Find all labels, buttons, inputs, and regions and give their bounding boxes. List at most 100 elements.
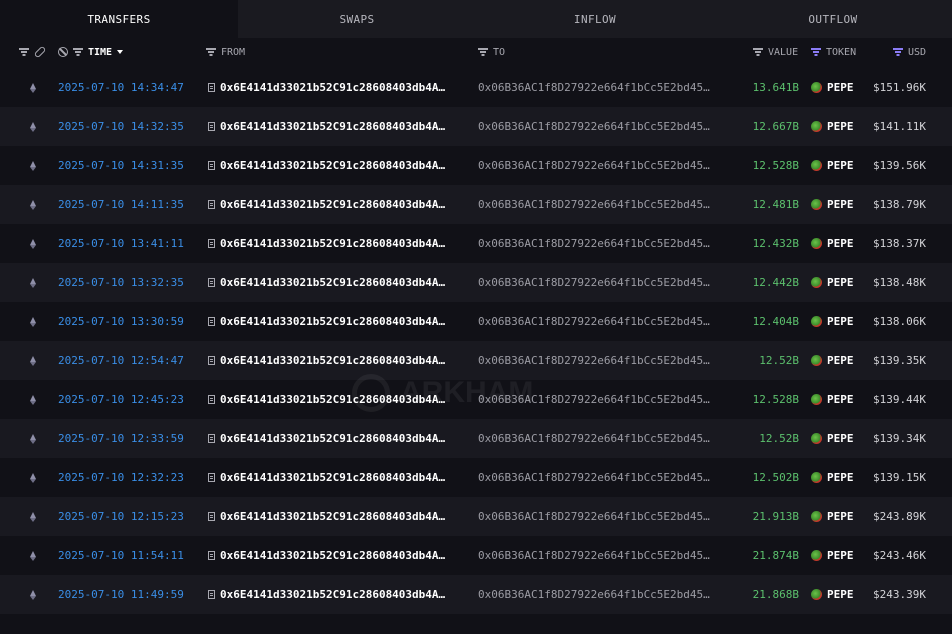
from-address[interactable]: 0x6E4141d33021b52C91c28608403db4A… — [220, 510, 445, 523]
to-column-header[interactable]: TO — [478, 38, 505, 66]
from-address[interactable]: 0x6E4141d33021b52C91c28608403db4A… — [220, 549, 445, 562]
time-link[interactable]: 2025-07-10 12:32:23 — [58, 458, 184, 497]
token-cell[interactable]: PEPE — [811, 224, 854, 263]
from-address[interactable]: 0x6E4141d33021b52C91c28608403db4A… — [220, 276, 445, 289]
tab-transfers[interactable]: TRANSFERS — [0, 0, 238, 38]
time-link[interactable]: 2025-07-10 13:32:35 — [58, 263, 184, 302]
token-cell[interactable]: PEPE — [811, 458, 854, 497]
token-cell[interactable]: PEPE — [811, 68, 854, 107]
from-cell[interactable]: 0x6E4141d33021b52C91c28608403db4A… — [208, 341, 445, 380]
time-link[interactable]: 2025-07-10 12:45:23 — [58, 380, 184, 419]
table-row[interactable]: 2025-07-10 11:49:59 0x6E4141d33021b52C91c… — [0, 575, 952, 614]
to-address[interactable]: 0x06B36AC1f8D27922e664f1bCc5E2bd45… — [478, 575, 710, 614]
token-cell[interactable]: PEPE — [811, 146, 854, 185]
from-cell[interactable]: 0x6E4141d33021b52C91c28608403db4A… — [208, 302, 445, 341]
from-cell[interactable]: 0x6E4141d33021b52C91c28608403db4A… — [208, 497, 445, 536]
to-address[interactable]: 0x06B36AC1f8D27922e664f1bCc5E2bd45… — [478, 458, 710, 497]
from-cell[interactable]: 0x6E4141d33021b52C91c28608403db4A… — [208, 107, 445, 146]
token-cell[interactable]: PEPE — [811, 107, 854, 146]
from-cell[interactable]: 0x6E4141d33021b52C91c28608403db4A… — [208, 146, 445, 185]
filter-icon[interactable] — [893, 48, 903, 56]
from-cell[interactable]: 0x6E4141d33021b52C91c28608403db4A… — [208, 419, 445, 458]
token-cell[interactable]: PEPE — [811, 497, 854, 536]
from-cell[interactable]: 0x6E4141d33021b52C91c28608403db4A… — [208, 68, 445, 107]
token-cell[interactable]: PEPE — [811, 419, 854, 458]
token-cell[interactable]: PEPE — [811, 341, 854, 380]
to-address[interactable]: 0x06B36AC1f8D27922e664f1bCc5E2bd45… — [478, 68, 710, 107]
link-icon[interactable] — [33, 45, 47, 59]
from-cell[interactable]: 0x6E4141d33021b52C91c28608403db4A… — [208, 575, 445, 614]
to-address[interactable]: 0x06B36AC1f8D27922e664f1bCc5E2bd45… — [478, 497, 710, 536]
time-link[interactable]: 2025-07-10 13:30:59 — [58, 302, 184, 341]
from-address[interactable]: 0x6E4141d33021b52C91c28608403db4A… — [220, 315, 445, 328]
from-address[interactable]: 0x6E4141d33021b52C91c28608403db4A… — [220, 159, 445, 172]
token-cell[interactable]: PEPE — [811, 263, 854, 302]
sort-desc-icon[interactable] — [117, 50, 124, 54]
to-address[interactable]: 0x06B36AC1f8D27922e664f1bCc5E2bd45… — [478, 536, 710, 575]
table-row[interactable]: 2025-07-10 12:33:59 0x6E4141d33021b52C91c… — [0, 419, 952, 458]
time-link[interactable]: 2025-07-10 11:49:59 — [58, 575, 184, 614]
time-column-header[interactable]: TIME — [58, 38, 124, 66]
from-address[interactable]: 0x6E4141d33021b52C91c28608403db4A… — [220, 471, 445, 484]
tab-swaps[interactable]: SWAPS — [238, 0, 476, 38]
filter-icon[interactable] — [753, 48, 763, 56]
to-address[interactable]: 0x06B36AC1f8D27922e664f1bCc5E2bd45… — [478, 263, 710, 302]
to-address[interactable]: 0x06B36AC1f8D27922e664f1bCc5E2bd45… — [478, 107, 710, 146]
from-cell[interactable]: 0x6E4141d33021b52C91c28608403db4A… — [208, 263, 445, 302]
table-row[interactable]: 2025-07-10 14:31:35 0x6E4141d33021b52C91c… — [0, 146, 952, 185]
table-row[interactable]: 2025-07-10 12:15:23 0x6E4141d33021b52C91c… — [0, 497, 952, 536]
time-link[interactable]: 2025-07-10 11:54:11 — [58, 536, 184, 575]
time-link[interactable]: 2025-07-10 14:32:35 — [58, 107, 184, 146]
table-row[interactable]: 2025-07-10 12:54:47 0x6E4141d33021b52C91c… — [0, 341, 952, 380]
token-cell[interactable]: PEPE — [811, 302, 854, 341]
to-address[interactable]: 0x06B36AC1f8D27922e664f1bCc5E2bd45… — [478, 146, 710, 185]
token-cell[interactable]: PEPE — [811, 536, 854, 575]
time-link[interactable]: 2025-07-10 13:41:11 — [58, 224, 184, 263]
table-row[interactable]: 2025-07-10 12:45:23 0x6E4141d33021b52C91c… — [0, 380, 952, 419]
from-cell[interactable]: 0x6E4141d33021b52C91c28608403db4A… — [208, 185, 445, 224]
filter-icon[interactable] — [73, 48, 83, 56]
filter-icon[interactable] — [206, 48, 216, 56]
from-address[interactable]: 0x6E4141d33021b52C91c28608403db4A… — [220, 432, 445, 445]
from-address[interactable]: 0x6E4141d33021b52C91c28608403db4A… — [220, 588, 445, 601]
from-address[interactable]: 0x6E4141d33021b52C91c28608403db4A… — [220, 81, 445, 94]
filter-icon[interactable] — [478, 48, 488, 56]
time-link[interactable]: 2025-07-10 12:54:47 — [58, 341, 184, 380]
from-address[interactable]: 0x6E4141d33021b52C91c28608403db4A… — [220, 393, 445, 406]
time-link[interactable]: 2025-07-10 12:33:59 — [58, 419, 184, 458]
from-cell[interactable]: 0x6E4141d33021b52C91c28608403db4A… — [208, 458, 445, 497]
to-address[interactable]: 0x06B36AC1f8D27922e664f1bCc5E2bd45… — [478, 302, 710, 341]
time-link[interactable]: 2025-07-10 14:11:35 — [58, 185, 184, 224]
table-row[interactable]: 2025-07-10 13:32:35 0x6E4141d33021b52C91c… — [0, 263, 952, 302]
token-cell[interactable]: PEPE — [811, 575, 854, 614]
tab-outflow[interactable]: OUTFLOW — [714, 0, 952, 38]
from-address[interactable]: 0x6E4141d33021b52C91c28608403db4A… — [220, 354, 445, 367]
token-cell[interactable]: PEPE — [811, 185, 854, 224]
time-link[interactable]: 2025-07-10 14:34:47 — [58, 68, 184, 107]
token-cell[interactable]: PEPE — [811, 380, 854, 419]
from-address[interactable]: 0x6E4141d33021b52C91c28608403db4A… — [220, 237, 445, 250]
to-address[interactable]: 0x06B36AC1f8D27922e664f1bCc5E2bd45… — [478, 224, 710, 263]
table-row[interactable]: 2025-07-10 13:41:11 0x6E4141d33021b52C91c… — [0, 224, 952, 263]
table-row[interactable]: 2025-07-10 13:30:59 0x6E4141d33021b52C91c… — [0, 302, 952, 341]
usd-column-header[interactable]: USD — [893, 38, 926, 66]
tab-inflow[interactable]: INFLOW — [476, 0, 714, 38]
from-column-header[interactable]: FROM — [206, 38, 245, 66]
time-link[interactable]: 2025-07-10 14:31:35 — [58, 146, 184, 185]
table-row[interactable]: 2025-07-10 11:54:11 0x6E4141d33021b52C91c… — [0, 536, 952, 575]
ban-icon[interactable] — [58, 47, 68, 57]
filter-icon[interactable] — [19, 48, 29, 56]
from-cell[interactable]: 0x6E4141d33021b52C91c28608403db4A… — [208, 536, 445, 575]
token-column-header[interactable]: TOKEN — [811, 38, 856, 66]
table-row[interactable]: 2025-07-10 14:34:47 0x6E4141d33021b52C91c… — [0, 68, 952, 107]
from-cell[interactable]: 0x6E4141d33021b52C91c28608403db4A… — [208, 224, 445, 263]
value-column-header[interactable]: VALUE — [753, 38, 798, 66]
from-address[interactable]: 0x6E4141d33021b52C91c28608403db4A… — [220, 198, 445, 211]
time-link[interactable]: 2025-07-10 12:15:23 — [58, 497, 184, 536]
table-row[interactable]: 2025-07-10 14:32:35 0x6E4141d33021b52C91c… — [0, 107, 952, 146]
to-address[interactable]: 0x06B36AC1f8D27922e664f1bCc5E2bd45… — [478, 185, 710, 224]
from-cell[interactable]: 0x6E4141d33021b52C91c28608403db4A… — [208, 380, 445, 419]
from-address[interactable]: 0x6E4141d33021b52C91c28608403db4A… — [220, 120, 445, 133]
to-address[interactable]: 0x06B36AC1f8D27922e664f1bCc5E2bd45… — [478, 380, 710, 419]
table-row[interactable]: 2025-07-10 12:32:23 0x6E4141d33021b52C91c… — [0, 458, 952, 497]
